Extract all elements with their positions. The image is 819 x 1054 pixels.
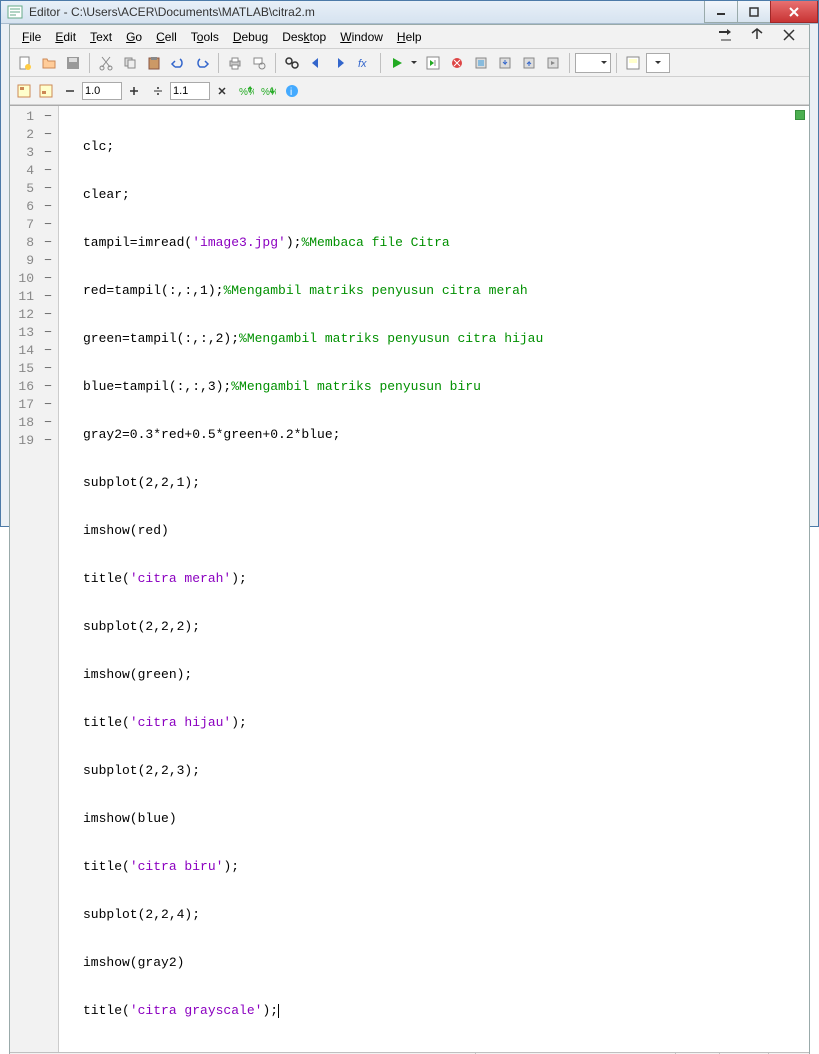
window-buttons [705,1,818,23]
info-button[interactable]: i [282,81,302,101]
menu-text[interactable]: Text [84,28,118,46]
zoom-factor-1[interactable] [82,82,122,100]
menu-go[interactable]: Go [120,28,148,46]
menu-tools[interactable]: Tools [185,28,225,46]
zoom-factor-2[interactable] [170,82,210,100]
titlebar[interactable]: Editor - C:\Users\ACER\Documents\MATLAB\… [1,1,818,24]
window-title: Editor - C:\Users\ACER\Documents\MATLAB\… [29,5,705,19]
print-button[interactable] [224,52,246,74]
run-dropdown[interactable] [410,56,420,70]
print-preview-button[interactable] [248,52,270,74]
save-button[interactable] [62,52,84,74]
breakpoint-clear-button[interactable] [446,52,468,74]
new-file-button[interactable] [14,52,36,74]
menu-help[interactable]: Help [391,28,428,46]
divide-button[interactable] [148,81,168,101]
text-cursor [278,1004,279,1018]
redo-button[interactable] [191,52,213,74]
editor-window: Editor - C:\Users\ACER\Documents\MATLAB\… [0,0,819,527]
step-button[interactable] [470,52,492,74]
menu-cell[interactable]: Cell [150,28,183,46]
menu-file[interactable]: File [16,28,47,46]
main-toolbar: fx [10,49,809,77]
code-area[interactable]: clc; clear; tampil=imread('image3.jpg');… [59,106,809,1052]
status-ovr: OVR [768,1053,809,1054]
multiply-button[interactable] [212,81,232,101]
svg-text:%%: %% [261,87,276,98]
run-advance-button[interactable] [422,52,444,74]
minimize-button[interactable] [704,1,738,23]
status-type: script [475,1053,675,1054]
gutter[interactable]: 1− 2− 3− 4− 5− 6− 7− 8− 9− 10− 11− 12− 1… [10,106,59,1052]
menu-window[interactable]: Window [334,28,389,46]
find-button[interactable] [281,52,303,74]
undock-button[interactable] [743,25,771,48]
plus-button[interactable] [124,81,144,101]
menu-debug[interactable]: Debug [227,28,274,46]
svg-text:fx: fx [358,58,367,70]
code-health-indicator[interactable] [795,110,805,120]
function-button[interactable]: fx [353,52,375,74]
svg-text:i: i [290,87,292,98]
undo-button[interactable] [167,52,189,74]
continue-button[interactable] [542,52,564,74]
menu-edit[interactable]: Edit [49,28,82,46]
highlight-cells-button[interactable] [622,52,644,74]
goto-back-button[interactable] [305,52,327,74]
open-file-button[interactable] [38,52,60,74]
inner-frame: File Edit Text Go Cell Tools Debug Deskt… [9,24,810,1054]
step-out-button[interactable] [518,52,540,74]
panel-close-button[interactable] [775,25,803,48]
dock-arrow-icon[interactable] [711,25,739,48]
cell-eval-button[interactable] [14,81,34,101]
code-editor[interactable]: 1− 2− 3− 4− 5− 6− 7− 8− 9− 10− 11− 12− 1… [10,105,809,1052]
minus-button[interactable] [60,81,80,101]
cell-eval-advance-button[interactable] [36,81,56,101]
cell-up-button[interactable]: %% [236,81,256,101]
statusbar: script Ln 19 Col 26 OVR [10,1052,809,1054]
run-button[interactable] [386,52,408,74]
cell-down-button[interactable]: %% [258,81,278,101]
goto-fwd-button[interactable] [329,52,351,74]
maximize-button[interactable] [737,1,771,23]
copy-button[interactable] [119,52,141,74]
layout-dropdown[interactable] [646,53,670,73]
cut-button[interactable] [95,52,117,74]
stack-dropdown[interactable] [575,53,611,73]
cell-toolbar: %% %% i [10,77,809,105]
menubar: File Edit Text Go Cell Tools Debug Deskt… [10,25,809,49]
status-col: Col 26 [719,1053,768,1054]
app-icon [7,4,23,20]
close-button[interactable] [770,1,818,23]
step-in-button[interactable] [494,52,516,74]
menu-desktop[interactable]: Desktop [276,28,332,46]
status-line: Ln 19 [675,1053,720,1054]
paste-button[interactable] [143,52,165,74]
